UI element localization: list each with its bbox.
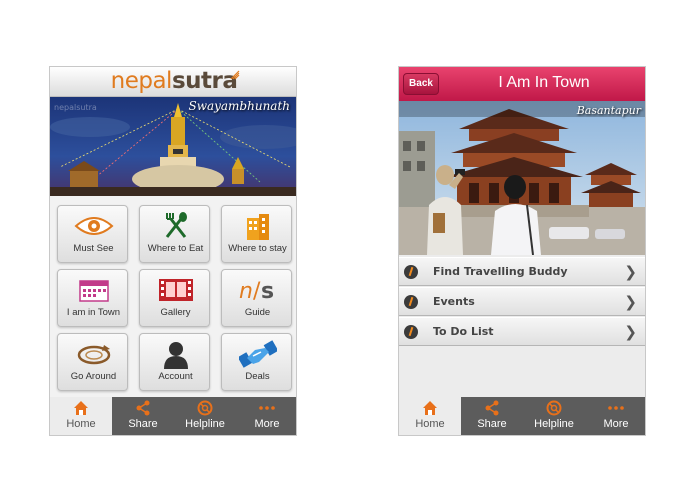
logo-part-nepal: nepal: [110, 68, 173, 94]
logo-part-sutra: sutra: [171, 68, 238, 94]
tab-more[interactable]: More: [585, 397, 645, 435]
tile-label: Where to stay: [228, 243, 287, 254]
banner-watermark: nepalsutra: [54, 103, 97, 112]
temple-illustration: [399, 101, 645, 255]
tile-account[interactable]: Account: [139, 333, 210, 391]
tile-go-around[interactable]: Go Around: [57, 333, 128, 391]
chevron-right-icon: ❯: [624, 293, 637, 311]
more-dots-icon: [236, 400, 296, 416]
tab-label: Share: [128, 418, 158, 430]
tab-label: More: [603, 418, 629, 430]
list-item-label: Events: [433, 295, 475, 308]
back-button[interactable]: Back: [403, 73, 439, 95]
person-icon: [140, 339, 211, 369]
tile-label: Gallery: [160, 307, 191, 318]
tab-helpline[interactable]: Helpline: [523, 397, 585, 435]
screen-header: Back I Am In Town: [399, 67, 645, 101]
svg-text:s: s: [261, 279, 274, 304]
film-strip-icon: [140, 275, 211, 305]
tile-deals[interactable]: Deals: [221, 333, 292, 391]
app-header: nepalsutra: [50, 67, 296, 97]
list-item-label: Find Travelling Buddy: [433, 265, 568, 278]
svg-text:n: n: [239, 279, 253, 304]
logo-rays-icon: [230, 70, 240, 80]
tab-label: More: [254, 418, 280, 430]
chevron-right-icon: ❯: [624, 323, 637, 341]
tile-label: Account: [158, 371, 193, 382]
tab-label: Share: [477, 418, 507, 430]
tab-label: Helpline: [185, 418, 225, 430]
list-item-events[interactable]: Events ❯: [399, 287, 645, 316]
more-dots-icon: [585, 400, 645, 416]
tab-home[interactable]: Home: [399, 397, 461, 435]
tile-guide[interactable]: n / s Guide: [221, 269, 292, 327]
tab-more[interactable]: More: [236, 397, 296, 435]
share-icon: [461, 400, 523, 416]
tab-home[interactable]: Home: [50, 397, 112, 435]
page-title: I Am In Town: [498, 74, 590, 91]
tile-label: Guide: [244, 307, 271, 318]
tab-label: Home: [415, 418, 445, 430]
eye-icon: [58, 211, 129, 241]
fork-spoon-icon: [140, 211, 211, 241]
home-menu-grid: Must See Where to Eat Where to stay I am…: [50, 197, 296, 397]
tab-label: Home: [66, 418, 96, 430]
list-item-to-do-list[interactable]: To Do List ❯: [399, 317, 645, 346]
tile-label: Must See: [73, 243, 114, 254]
tab-share[interactable]: Share: [112, 397, 174, 435]
bullet-icon: [404, 265, 418, 279]
calendar-icon: [58, 275, 129, 305]
share-icon: [112, 400, 174, 416]
tile-must-see[interactable]: Must See: [57, 205, 128, 263]
tile-where-to-eat[interactable]: Where to Eat: [139, 205, 210, 263]
tab-share[interactable]: Share: [461, 397, 523, 435]
swayambhunath-banner-image: nepalsutra Swayambhunath: [50, 97, 296, 196]
bullet-icon: [404, 295, 418, 309]
list-item-find-travelling-buddy[interactable]: Find Travelling Buddy ❯: [399, 257, 645, 286]
tile-label: Go Around: [70, 371, 117, 382]
bullet-icon: [404, 325, 418, 339]
lifebuoy-icon: [523, 400, 585, 416]
tile-gallery[interactable]: Gallery: [139, 269, 210, 327]
tab-helpline[interactable]: Helpline: [174, 397, 236, 435]
ns-logo-icon: n / s: [222, 275, 293, 305]
tab-label: Helpline: [534, 418, 574, 430]
list-item-label: To Do List: [433, 325, 494, 338]
app-logo: nepalsutra: [50, 68, 296, 94]
photo-caption: Basantapur: [576, 104, 641, 117]
basantapur-photo: Basantapur: [399, 101, 645, 255]
bottom-tab-bar: Home Share Helpline More: [399, 397, 645, 435]
orbit-icon: [58, 339, 129, 369]
tile-label: I am in Town: [66, 307, 121, 318]
bottom-tab-bar: Home Share Helpline More: [50, 397, 296, 435]
chevron-right-icon: ❯: [624, 263, 637, 281]
tile-label: Deals: [245, 371, 270, 382]
lifebuoy-icon: [174, 400, 236, 416]
nepalsutra-home-screen: nepalsutra nepalsutra Swayambhunath Must…: [49, 66, 297, 436]
tile-i-am-in-town[interactable]: I am in Town: [57, 269, 128, 327]
tile-where-to-stay[interactable]: Where to stay: [221, 205, 292, 263]
home-icon: [50, 400, 112, 416]
building-icon: [222, 211, 293, 241]
handshake-icon: [222, 339, 293, 369]
svg-text:/: /: [253, 279, 261, 304]
tile-label: Where to Eat: [147, 243, 204, 254]
i-am-in-town-screen: Back I Am In Town Basantapur Find Travel…: [398, 66, 646, 436]
home-icon: [399, 400, 461, 416]
banner-caption: Swayambhunath: [188, 99, 290, 113]
